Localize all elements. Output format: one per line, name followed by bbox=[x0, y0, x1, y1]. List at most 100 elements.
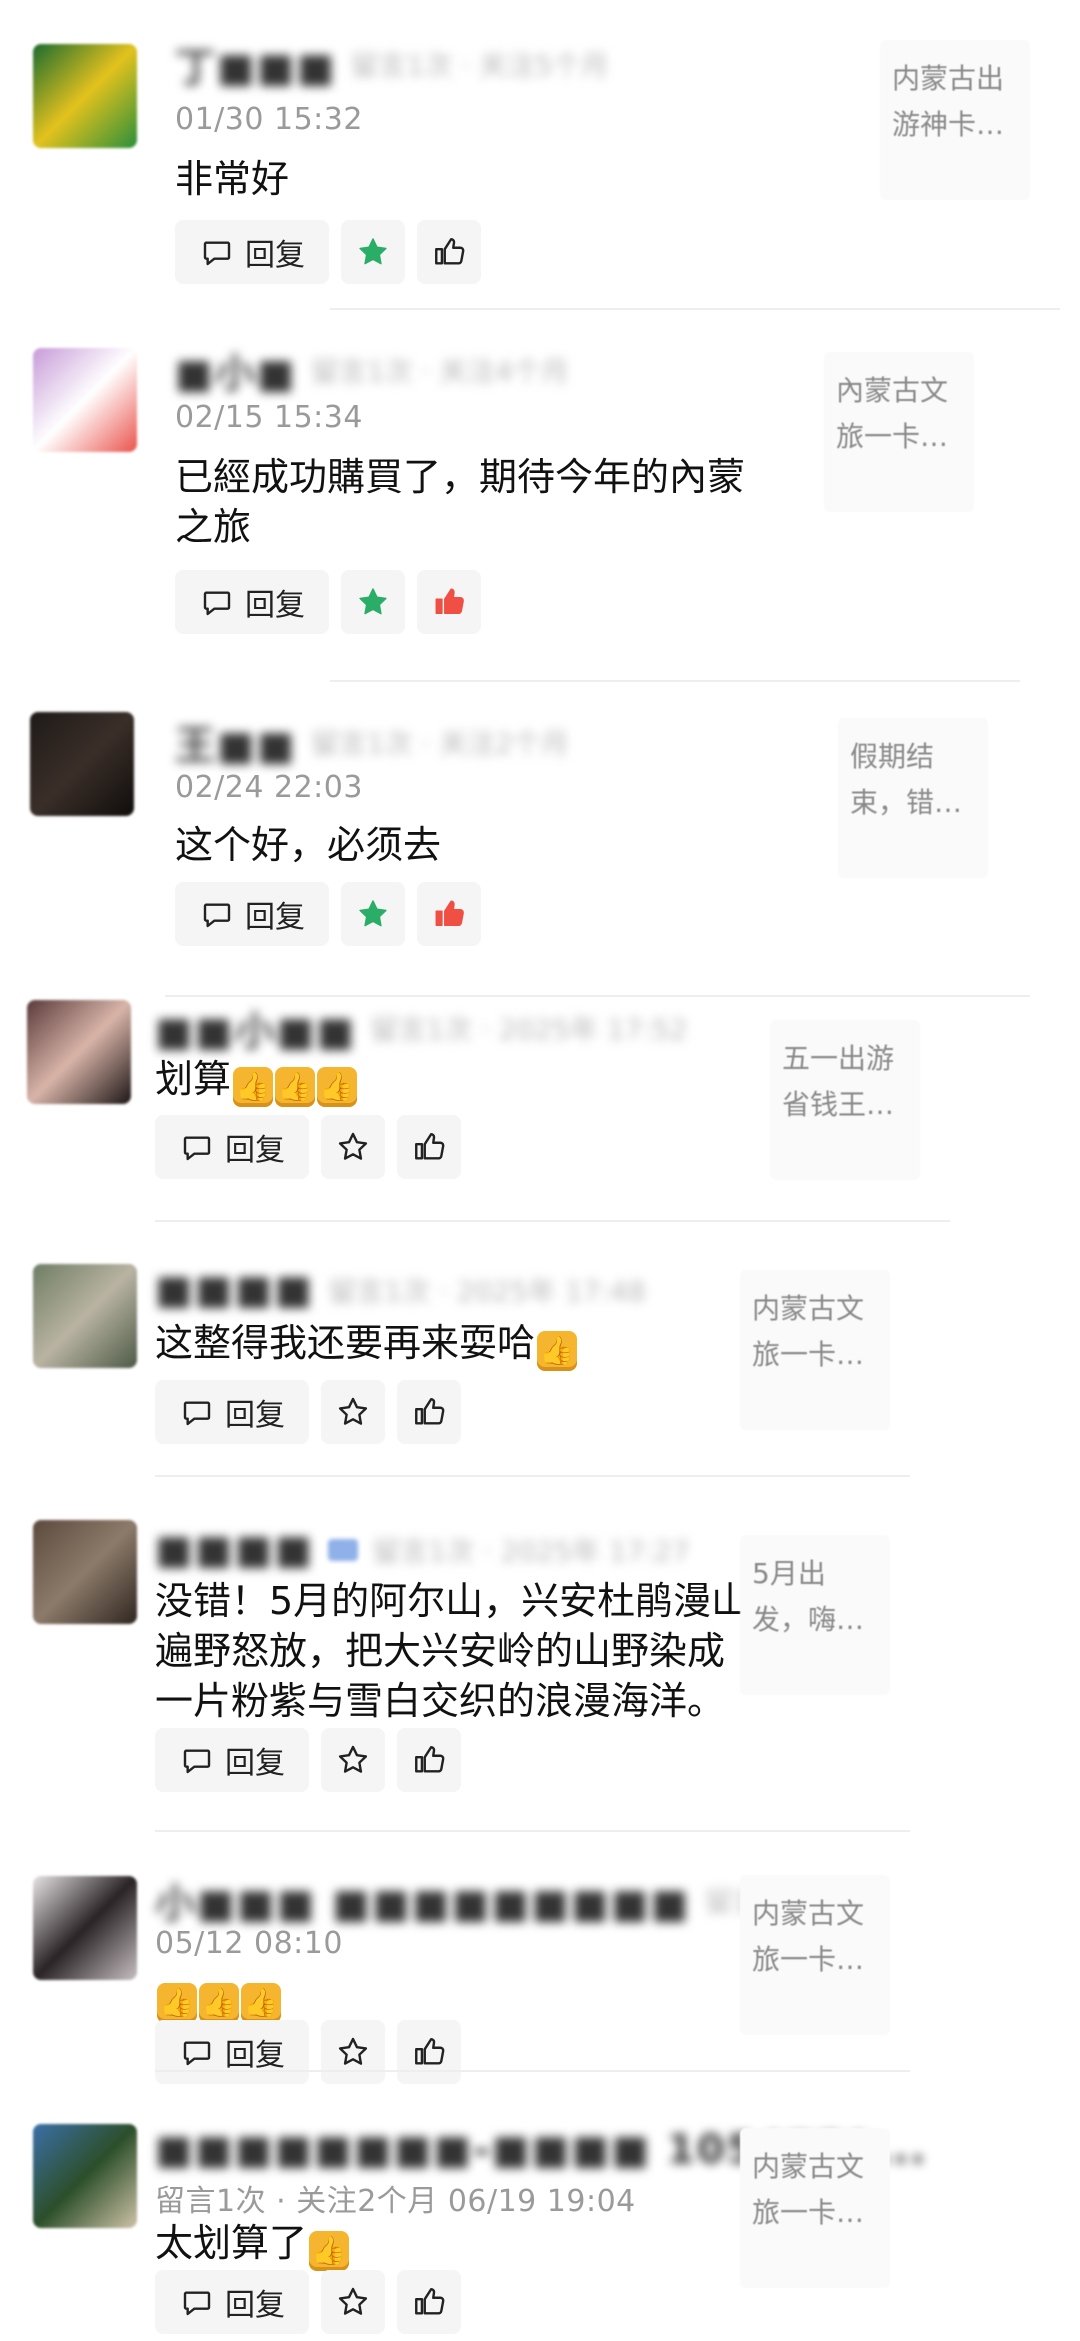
reply-button[interactable]: 回复 bbox=[175, 882, 329, 946]
source-article-card[interactable]: 5月出 发，嗨… bbox=[740, 1535, 890, 1695]
star-button[interactable] bbox=[321, 1115, 385, 1179]
article-title-line: 假期结 bbox=[850, 740, 935, 773]
article-title-line: 旅一卡… bbox=[752, 2196, 865, 2229]
comment-timestamp: 02/15 15:34 bbox=[175, 400, 363, 435]
like-button[interactable] bbox=[417, 882, 481, 946]
article-title-line: 旅一卡… bbox=[752, 1338, 865, 1371]
article-title-line: 5月出 bbox=[752, 1557, 826, 1590]
comment-actions: 回复 bbox=[155, 1380, 461, 1444]
reply-button[interactable]: 回复 bbox=[155, 2270, 309, 2334]
reply-button[interactable]: 回复 bbox=[175, 570, 329, 634]
source-article-card[interactable]: 五一出游 省钱王… bbox=[770, 1020, 920, 1180]
star-button[interactable] bbox=[321, 1380, 385, 1444]
avatar[interactable] bbox=[33, 348, 137, 452]
author-name[interactable]: ■■■■ bbox=[155, 1267, 314, 1313]
star-button[interactable] bbox=[321, 2020, 385, 2084]
avatar[interactable] bbox=[33, 44, 137, 148]
like-button[interactable] bbox=[417, 220, 481, 284]
source-article-card[interactable]: 内蒙古出 游神卡… bbox=[880, 40, 1030, 200]
thumbs-up-icon bbox=[412, 1395, 446, 1429]
comment-actions: 回复 bbox=[155, 2270, 461, 2334]
reply-button[interactable]: 回复 bbox=[155, 1115, 309, 1179]
like-button[interactable] bbox=[397, 1115, 461, 1179]
source-article-card[interactable]: 内蒙古文旅一卡… bbox=[740, 2128, 890, 2288]
article-title-line: 省钱王… bbox=[782, 1088, 895, 1121]
author-row: ■■■■ 留言1次 · 2025年 17:48 bbox=[155, 1267, 646, 1313]
reply-label: 回复 bbox=[245, 588, 305, 623]
star-button[interactable] bbox=[341, 882, 405, 946]
star-icon bbox=[336, 1130, 370, 1164]
source-article-card[interactable]: 內蒙古文 旅一卡… bbox=[824, 352, 974, 512]
article-title-line: 束，错… bbox=[850, 786, 963, 819]
source-article-card[interactable]: 内蒙古文 旅一卡… bbox=[740, 1875, 890, 2035]
author-name[interactable]: 小■■■ ■■■■■■■■■ bbox=[155, 1871, 690, 1929]
star-button[interactable] bbox=[341, 570, 405, 634]
reply-label: 回复 bbox=[225, 2038, 285, 2073]
star-icon bbox=[336, 1395, 370, 1429]
thumbs-up-emoji: 👍 bbox=[537, 1331, 578, 1371]
author-name[interactable]: ■■■■ bbox=[155, 1527, 314, 1573]
thumbs-up-emoji: 👍 bbox=[241, 1983, 281, 2023]
comment-actions: 回复 bbox=[155, 2020, 461, 2084]
avatar[interactable] bbox=[33, 1520, 137, 1624]
author-name[interactable]: ■小■ bbox=[175, 341, 297, 399]
comment-line: 划算 👍 👍 👍 bbox=[155, 1054, 358, 1108]
avatar[interactable] bbox=[33, 1264, 137, 1368]
reply-label: 回复 bbox=[245, 238, 305, 273]
thumbs-up-emoji: 👍 bbox=[317, 1067, 358, 1107]
avatar[interactable] bbox=[33, 2124, 137, 2228]
comment-divider bbox=[155, 1830, 910, 1832]
comment-text: 这整得我还要再来耍哈 👍 bbox=[155, 1318, 578, 1372]
author-name[interactable]: ■■小■■ bbox=[155, 999, 356, 1057]
reply-button[interactable]: 回复 bbox=[155, 1728, 309, 1792]
avatar[interactable] bbox=[30, 712, 134, 816]
article-title-line: 内蒙古文 bbox=[752, 2150, 865, 2183]
reply-button[interactable]: 回复 bbox=[155, 1380, 309, 1444]
reply-icon bbox=[179, 2036, 215, 2068]
reply-icon bbox=[179, 1131, 215, 1163]
author-row: ■■■■ 留言1次 · 2025年 17:27 bbox=[155, 1527, 690, 1573]
author-row: 小■■■ ■■■■■■■■■留言1次 bbox=[155, 1880, 806, 1927]
avatar[interactable] bbox=[33, 1876, 137, 1980]
star-icon bbox=[336, 2035, 370, 2069]
article-title-line: 游神卡… bbox=[892, 108, 1005, 141]
like-button[interactable] bbox=[397, 2270, 461, 2334]
reply-icon bbox=[199, 898, 235, 930]
comment-line: 这个好，必须去 bbox=[175, 823, 442, 867]
comment-divider bbox=[330, 308, 1060, 310]
reply-label: 回复 bbox=[225, 1398, 285, 1433]
verified-badge bbox=[328, 1539, 359, 1561]
comment-timestamp: 05/12 08:10 bbox=[155, 1926, 343, 1961]
author-row: 王■■ 留言1次 · 关注2个月 bbox=[175, 722, 569, 769]
author-meta: 留言1次 · 2025年 17:52 bbox=[370, 1013, 688, 1046]
thumbs-up-emoji: 👍 bbox=[309, 2231, 350, 2271]
author-name[interactable]: 王■■ bbox=[175, 713, 297, 771]
like-button[interactable] bbox=[397, 1728, 461, 1792]
reply-button[interactable]: 回复 bbox=[155, 2020, 309, 2084]
author-meta: 留言1次 · 关注4个月 bbox=[310, 355, 569, 388]
thumbs-up-emoji: 👍 bbox=[157, 1983, 197, 2023]
star-button[interactable] bbox=[341, 220, 405, 284]
avatar[interactable] bbox=[27, 1000, 131, 1104]
star-button[interactable] bbox=[321, 1728, 385, 1792]
source-article-card[interactable]: 内蒙古文旅一卡… bbox=[740, 1270, 890, 1430]
article-title-line: 内蒙古文 bbox=[752, 1292, 865, 1325]
reply-button[interactable]: 回复 bbox=[175, 220, 329, 284]
like-button[interactable] bbox=[397, 1380, 461, 1444]
source-article-card[interactable]: 假期结束，错… bbox=[838, 718, 988, 878]
comment-timestamp: 02/24 22:03 bbox=[175, 770, 363, 805]
star-filled-icon bbox=[356, 235, 390, 269]
comment-line: 已經成功購買了，期待今年的內蒙 bbox=[175, 455, 746, 499]
star-filled-icon bbox=[356, 897, 390, 931]
like-button[interactable] bbox=[417, 570, 481, 634]
comment-text: 非常好 bbox=[175, 154, 289, 204]
author-name[interactable]: 丁■■■ bbox=[175, 35, 336, 93]
article-title-line: 內蒙古文 bbox=[836, 374, 949, 407]
star-button[interactable] bbox=[321, 2270, 385, 2334]
thumbs-up-emoji-group: 👍 bbox=[535, 1322, 578, 1372]
star-icon bbox=[336, 1743, 370, 1777]
thumbs-up-icon bbox=[412, 1743, 446, 1777]
like-button[interactable] bbox=[397, 2020, 461, 2084]
comment-actions: 回复 bbox=[155, 1115, 461, 1179]
thumbs-up-emoji-group: 👍 👍 👍 bbox=[231, 1058, 358, 1108]
